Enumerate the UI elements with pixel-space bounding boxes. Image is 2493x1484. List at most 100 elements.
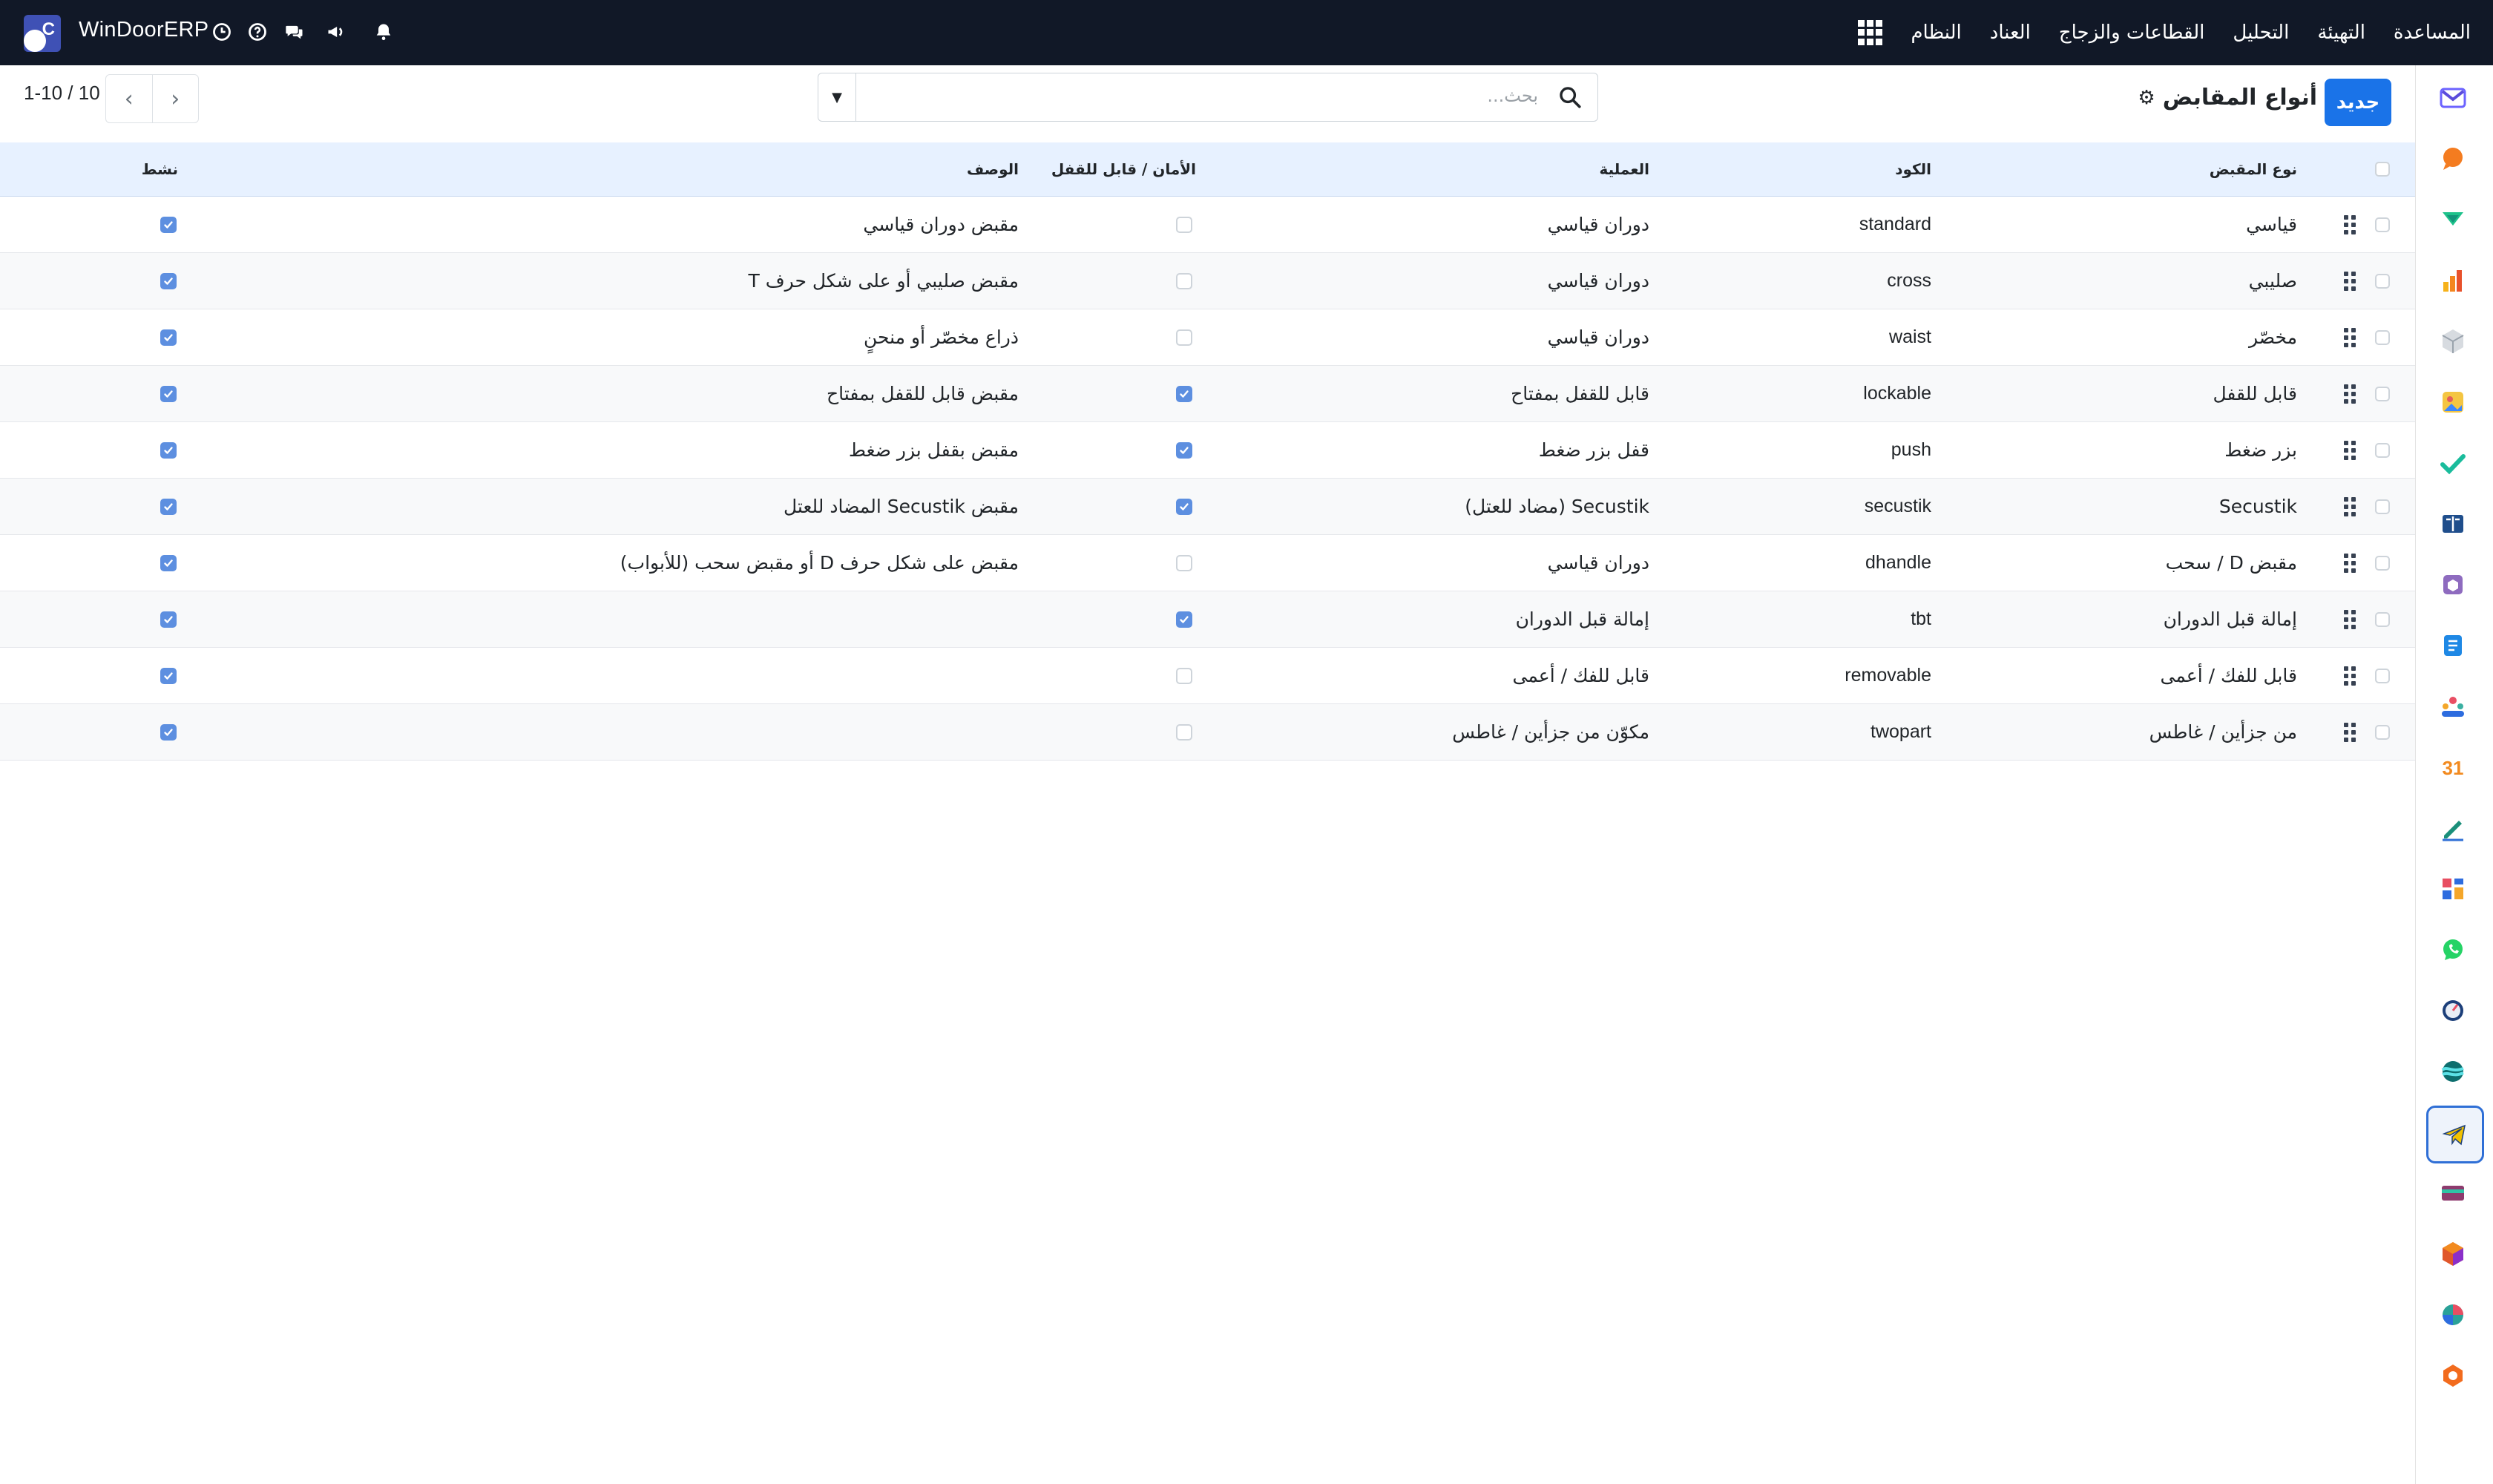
book-app-icon[interactable] xyxy=(2435,506,2471,542)
cell-operation[interactable]: Secustik (مضاد للعتل) xyxy=(1465,479,1649,534)
cell-code[interactable]: push xyxy=(1891,422,1931,478)
cell-handle-type[interactable]: إمالة قبل الدوران xyxy=(2164,591,2297,647)
cell-description[interactable]: ذراع مخصّر أو منحنٍ xyxy=(864,309,1019,365)
chat-bubble-app-icon[interactable] xyxy=(2435,141,2471,177)
cell-code[interactable]: standard xyxy=(1859,197,1931,252)
cell-code[interactable]: dhandle xyxy=(1865,535,1931,591)
cell-description[interactable]: مقبض صليبي أو على شكل حرف T xyxy=(749,253,1019,309)
cell-lockable-checkbox[interactable] xyxy=(1176,479,1192,534)
cell-description[interactable]: مقبض قابل للقفل بمفتاح xyxy=(827,366,1019,421)
cell-lockable-checkbox[interactable] xyxy=(1176,197,1192,252)
pie-app-icon[interactable] xyxy=(2435,1297,2471,1333)
clock-icon[interactable] xyxy=(209,19,234,45)
cell-operation[interactable]: دوران قياسي xyxy=(1548,197,1649,252)
header-safety[interactable]: الأمان / قابل للقفل xyxy=(1051,142,1196,196)
drag-handle-icon[interactable] xyxy=(2344,479,2356,534)
bell-icon[interactable] xyxy=(371,19,396,45)
drag-handle-icon[interactable] xyxy=(2344,422,2356,478)
menu-item-profiles-glass[interactable]: القطاعات والزجاج xyxy=(2059,22,2205,44)
row-select-checkbox[interactable] xyxy=(2375,648,2390,703)
menu-item-help[interactable]: المساعدة xyxy=(2394,22,2471,44)
cell-code[interactable]: secustik xyxy=(1865,479,1931,534)
drag-handle-icon[interactable] xyxy=(2344,591,2356,647)
new-button[interactable]: جديد xyxy=(2325,79,2391,126)
cell-active-checkbox[interactable] xyxy=(160,704,177,760)
table-row[interactable]: مقبض D / سحب dhandle دوران قياسي مقبض على ش… xyxy=(0,535,2415,591)
header-description[interactable]: الوصف xyxy=(967,142,1019,196)
cell-active-checkbox[interactable] xyxy=(160,197,177,252)
telegram-app-icon[interactable] xyxy=(2426,1106,2484,1163)
table-row[interactable]: مخصّر waist دوران قياسي ذراع مخصّر أو منحنٍ xyxy=(0,309,2415,366)
cell-lockable-checkbox[interactable] xyxy=(1176,422,1192,478)
cell-operation[interactable]: مكوّن من جزأين / غاطس xyxy=(1452,704,1649,760)
row-select-checkbox[interactable] xyxy=(2375,704,2390,760)
search-icon[interactable] xyxy=(1557,85,1583,110)
menu-item-configuration[interactable]: التهيئة xyxy=(2317,22,2365,44)
cell-description[interactable]: مقبض على شكل حرف D أو مقبض سحب (للأبواب) xyxy=(620,535,1019,591)
cell-operation[interactable]: قفل بزر ضغط xyxy=(1539,422,1649,478)
cell-operation[interactable]: دوران قياسي xyxy=(1548,535,1649,591)
cell-code[interactable]: tbt xyxy=(1911,591,1931,647)
header-handle-type[interactable]: نوع المقبض xyxy=(2210,142,2297,196)
hexagon-app-icon[interactable] xyxy=(2435,1236,2471,1272)
pager-next-button[interactable]: › xyxy=(151,75,199,122)
cell-operation[interactable]: قابل للقفل بمفتاح xyxy=(1511,366,1649,421)
cell-handle-type[interactable]: من جزأين / غاطس xyxy=(2149,704,2297,760)
gem-app-icon[interactable] xyxy=(2435,1358,2471,1393)
cell-operation[interactable]: دوران قياسي xyxy=(1548,309,1649,365)
table-row[interactable]: بزر ضغط push قفل بزر ضغط مقبض بقفل بزر ضغط xyxy=(0,422,2415,479)
menu-item-system[interactable]: النظام xyxy=(1911,22,1961,44)
cell-code[interactable]: waist xyxy=(1889,309,1931,365)
cell-code[interactable]: twopart xyxy=(1870,704,1931,760)
cell-handle-type[interactable]: قابل للقفل xyxy=(2213,366,2297,421)
cell-code[interactable]: removable xyxy=(1845,648,1931,703)
pager-range[interactable]: 1-10 xyxy=(24,82,62,104)
cell-active-checkbox[interactable] xyxy=(160,591,177,647)
package-app-icon[interactable] xyxy=(2435,567,2471,603)
row-select-checkbox[interactable] xyxy=(2375,479,2390,534)
help-icon[interactable] xyxy=(245,19,270,45)
cell-active-checkbox[interactable] xyxy=(160,648,177,703)
drag-handle-icon[interactable] xyxy=(2344,253,2356,309)
table-row[interactable]: قابل للقفل lockable قابل للقفل بمفتاح مقبض … xyxy=(0,366,2415,422)
drag-handle-icon[interactable] xyxy=(2344,366,2356,421)
pager-prev-button[interactable]: ‹ xyxy=(106,75,152,122)
cell-lockable-checkbox[interactable] xyxy=(1176,591,1192,647)
cell-active-checkbox[interactable] xyxy=(160,535,177,591)
photo-app-icon[interactable] xyxy=(2435,384,2471,420)
cell-handle-type[interactable]: بزر ضغط xyxy=(2224,422,2297,478)
cell-active-checkbox[interactable] xyxy=(160,253,177,309)
table-row[interactable]: صليبي cross دوران قياسي مقبض صليبي أو على ش… xyxy=(0,253,2415,309)
cell-lockable-checkbox[interactable] xyxy=(1176,253,1192,309)
row-select-checkbox[interactable] xyxy=(2375,535,2390,591)
cell-lockable-checkbox[interactable] xyxy=(1176,535,1192,591)
cell-active-checkbox[interactable] xyxy=(160,422,177,478)
cell-operation[interactable]: دوران قياسي xyxy=(1548,253,1649,309)
row-select-checkbox[interactable] xyxy=(2375,253,2390,309)
drag-handle-icon[interactable] xyxy=(2344,535,2356,591)
cell-lockable-checkbox[interactable] xyxy=(1176,309,1192,365)
box-app-icon[interactable] xyxy=(2435,324,2471,359)
app-logo[interactable]: C xyxy=(24,15,61,52)
cell-operation[interactable]: إمالة قبل الدوران xyxy=(1516,591,1649,647)
row-select-checkbox[interactable] xyxy=(2375,309,2390,365)
row-select-checkbox[interactable] xyxy=(2375,591,2390,647)
cell-lockable-checkbox[interactable] xyxy=(1176,704,1192,760)
announcement-icon[interactable] xyxy=(323,19,349,45)
table-row[interactable]: قابل للفك / أعمى removable قابل للفك / أعم… xyxy=(0,648,2415,704)
table-row[interactable]: من جزأين / غاطس twopart مكوّن من جزأين / غ… xyxy=(0,704,2415,761)
compass-app-icon[interactable] xyxy=(2435,993,2471,1028)
search-toggle-button[interactable]: ▼ xyxy=(818,73,856,121)
pencil-app-icon[interactable] xyxy=(2435,810,2471,846)
brand-name[interactable]: WinDoorERP xyxy=(79,18,208,42)
cell-handle-type[interactable]: مخصّر xyxy=(2249,309,2297,365)
calendar-app-icon[interactable]: 31 xyxy=(2435,749,2471,785)
note-app-icon[interactable] xyxy=(2435,628,2471,663)
bar-chart-app-icon[interactable] xyxy=(2435,263,2471,298)
cell-active-checkbox[interactable] xyxy=(160,366,177,421)
cell-description[interactable]: مقبض Secustik المضاد للعتل xyxy=(784,479,1019,534)
card-app-icon[interactable] xyxy=(2435,1175,2471,1211)
header-active[interactable]: نشط xyxy=(142,142,178,196)
chat-icon[interactable] xyxy=(282,19,307,45)
wave-app-icon[interactable] xyxy=(2435,1054,2471,1089)
